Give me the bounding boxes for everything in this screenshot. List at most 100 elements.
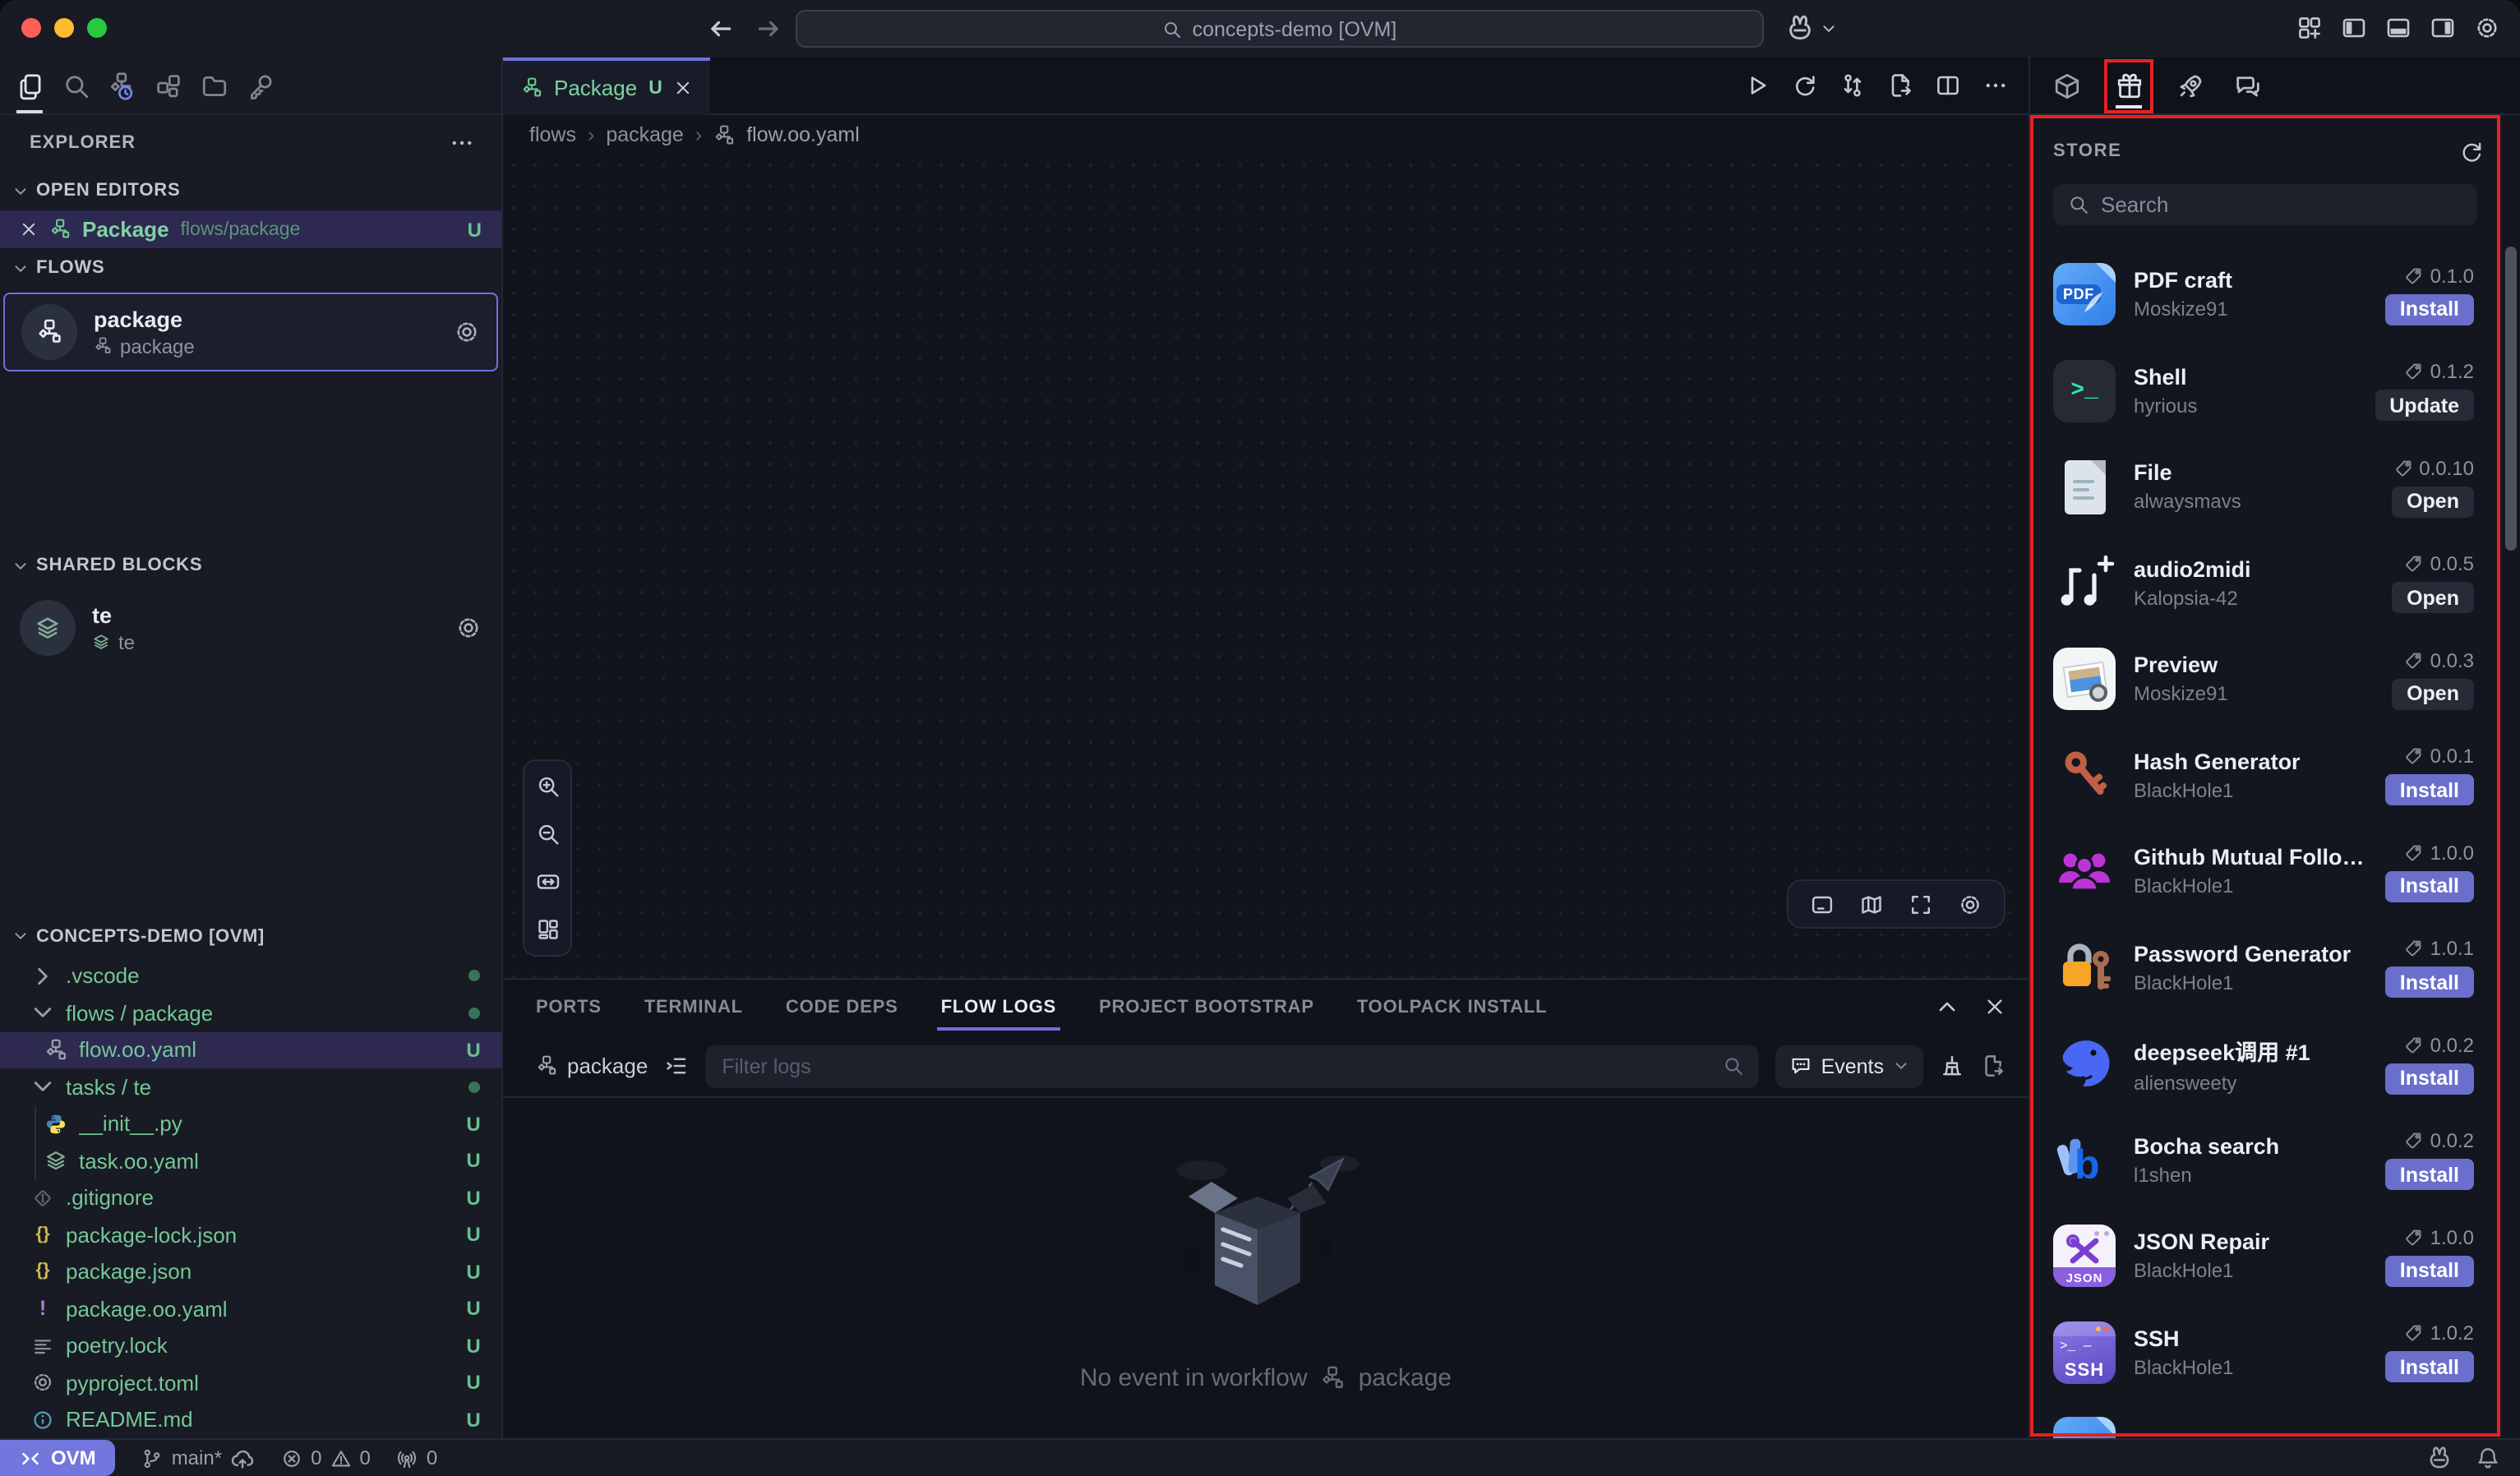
tree-item[interactable]: {} package.json U (0, 1253, 501, 1290)
zoom-out-icon[interactable] (535, 822, 560, 846)
git-branch-status[interactable]: main* (142, 1446, 255, 1470)
notifications-bell-icon[interactable] (2476, 1446, 2500, 1470)
close-window-button[interactable] (21, 18, 41, 38)
flow-settings-gear-icon[interactable] (454, 319, 480, 345)
explorer-activity-icon[interactable] (16, 71, 44, 99)
settings-gear-icon[interactable] (2474, 15, 2500, 41)
store-search-input[interactable] (2101, 192, 2462, 217)
bunny-icon[interactable] (2426, 1445, 2453, 1471)
problems-status[interactable]: 0 0 (281, 1446, 371, 1469)
tree-item[interactable]: poetry.lock U (0, 1327, 501, 1364)
panel-tab[interactable]: TERMINAL (644, 981, 743, 1034)
store-item[interactable]: PDF PDF craft Moskize91 0.1.0 Instal (2030, 247, 2520, 343)
blocks-activity-icon[interactable] (155, 71, 182, 99)
compare-changes-icon[interactable] (1839, 72, 1866, 99)
rocket-icon[interactable] (2176, 71, 2204, 99)
tree-item[interactable]: pyproject.toml U (0, 1364, 501, 1401)
project-section[interactable]: CONCEPTS-DEMO [OVM] (0, 915, 501, 957)
command-center[interactable]: concepts-demo [OVM] (796, 10, 1764, 48)
tree-item[interactable]: __init__.py U (0, 1105, 501, 1142)
package-icon[interactable] (2053, 71, 2081, 99)
tree-item[interactable]: README.md U (0, 1401, 501, 1438)
tree-item[interactable]: flows / package (0, 994, 501, 1031)
flow-history-activity-icon[interactable] (108, 71, 136, 99)
export-file-icon[interactable] (1887, 72, 1913, 99)
block-settings-gear-icon[interactable] (455, 615, 482, 641)
ports-status[interactable]: 0 (397, 1446, 437, 1469)
explorer-more-actions-icon[interactable] (449, 130, 475, 156)
key-activity-icon[interactable] (247, 71, 275, 99)
forward-icon[interactable] (755, 15, 782, 43)
rerun-icon[interactable] (1792, 72, 1818, 99)
tree-item[interactable]: {} package-lock.json U (0, 1216, 501, 1253)
toggle-secondary-sidebar-icon[interactable] (2430, 15, 2456, 41)
extension-action-button[interactable]: Install (2385, 1063, 2474, 1095)
toggle-console-icon[interactable] (1810, 892, 1835, 916)
remote-indicator[interactable]: OVM (0, 1440, 116, 1476)
store-item[interactable]: Github Mutual Follow C... BlackHole1 1.0… (2030, 823, 2520, 920)
tab-package[interactable]: Package U (503, 58, 710, 115)
store-scrollbar[interactable] (2505, 247, 2517, 551)
split-editor-icon[interactable] (1935, 72, 1961, 99)
shared-block-card-te[interactable]: te te (3, 590, 498, 666)
tree-item[interactable]: ! package.oo.yaml U (0, 1290, 501, 1327)
store-item[interactable]: PDF PDF Craft Cloud 0.1.2 (2030, 1400, 2520, 1438)
back-icon[interactable] (707, 15, 735, 43)
log-view-icon[interactable] (664, 1054, 689, 1078)
store-item[interactable]: Preview Moskize91 0.0.3 Open (2030, 631, 2520, 727)
open-editors-section[interactable]: OPEN EDITORS (0, 171, 501, 210)
export-logs-icon[interactable] (1981, 1054, 2005, 1078)
flow-scope[interactable]: package (536, 1054, 648, 1078)
extension-action-button[interactable]: Install (2385, 871, 2474, 902)
store-item[interactable]: audio2midi Kalopsia-42 0.0.5 Open (2030, 535, 2520, 631)
flows-section[interactable]: FLOWS (0, 248, 501, 288)
extension-action-button[interactable]: Install (2385, 967, 2474, 999)
fit-view-icon[interactable] (535, 869, 560, 894)
store-item[interactable]: deepseek调用 #1 aliensweety 0.0.2 Install (2030, 1016, 2520, 1112)
store-item[interactable]: >_ Shell hyrious 0.1.2 Update (2030, 343, 2520, 439)
breadcrumb-item[interactable]: flows (529, 123, 576, 146)
extension-action-button[interactable]: Install (2385, 1160, 2474, 1191)
panel-tab[interactable]: FLOW LOGS (941, 981, 1056, 1034)
extension-action-button[interactable]: Install (2385, 775, 2474, 806)
panel-tab[interactable]: PORTS (536, 981, 602, 1034)
fullscreen-icon[interactable] (1908, 892, 1933, 916)
extension-action-button[interactable]: Open (2392, 583, 2474, 614)
run-flow-icon[interactable] (1744, 72, 1770, 99)
close-editor-icon[interactable] (20, 220, 38, 238)
store-item[interactable]: b Bocha search l1shen 0.0.2 Install (2030, 1112, 2520, 1208)
flow-canvas[interactable] (503, 155, 2028, 978)
extension-action-button[interactable]: Install (2385, 1256, 2474, 1287)
traffic-lights[interactable] (21, 18, 107, 38)
breadcrumb-item[interactable]: package (606, 123, 684, 146)
extension-action-button[interactable]: Open (2392, 487, 2474, 518)
store-item[interactable]: >_ —SSH SSH BlackHole1 1.0.2 Install (2030, 1304, 2520, 1400)
feedback-chat-icon[interactable] (2234, 71, 2262, 99)
toggle-sidebar-icon[interactable] (2341, 15, 2367, 41)
panel-tab[interactable]: TOOLPACK INSTALL (1357, 981, 1548, 1034)
store-gift-icon[interactable] (2115, 71, 2143, 99)
maximize-panel-icon[interactable] (1936, 996, 1958, 1017)
filter-logs-input[interactable] (705, 1045, 1758, 1087)
breadcrumb[interactable]: flows › package › flow.oo.yaml (503, 115, 2028, 155)
zoom-in-icon[interactable] (535, 774, 560, 799)
open-editor-item[interactable]: Package flows/package U (0, 210, 501, 248)
store-search-field[interactable] (2053, 184, 2477, 225)
assistant-menu[interactable] (1785, 13, 1836, 43)
search-activity-icon[interactable] (62, 71, 90, 99)
minimize-window-button[interactable] (54, 18, 74, 38)
store-item[interactable]: File alwaysmavs 0.0.10 Open (2030, 439, 2520, 535)
breadcrumb-item[interactable]: flow.oo.yaml (746, 123, 860, 146)
flow-card-package[interactable]: package package (3, 293, 498, 371)
tree-item[interactable]: tasks / te (0, 1068, 501, 1105)
extension-action-button[interactable]: Update (2375, 390, 2474, 422)
tree-item[interactable]: flow.oo.yaml U (0, 1031, 501, 1068)
store-item[interactable]: JSON JSON Repair BlackHole1 1.0.0 In (2030, 1208, 2520, 1304)
tree-item[interactable]: .gitignore U (0, 1179, 501, 1216)
minimap-icon[interactable] (1859, 892, 1884, 916)
auto-layout-icon[interactable] (535, 917, 560, 942)
events-dropdown[interactable]: Events (1775, 1045, 1923, 1087)
tree-item[interactable]: task.oo.yaml U (0, 1142, 501, 1179)
refresh-icon[interactable] (2459, 139, 2484, 164)
zoom-window-button[interactable] (87, 18, 107, 38)
